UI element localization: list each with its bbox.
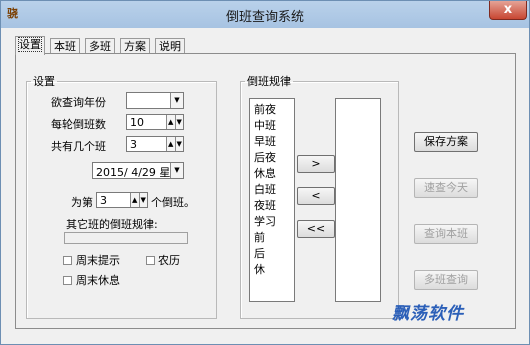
rule-list[interactable]: 前夜 中班 早班 后夜 休息 白班 夜班 学习 前 后 休 xyxy=(249,98,295,302)
list-item[interactable]: 中班 xyxy=(254,117,276,133)
client-area: 设置 本班 多班 方案 说明 设置 欲查询年份 ▼ 每轮倒班数 10 ▲ ▼ 共有… xyxy=(7,28,523,340)
date-picker[interactable]: 2015/ 4/29 星期 ▼ xyxy=(92,162,184,179)
add-item-button[interactable]: > xyxy=(297,155,335,173)
save-plan-button[interactable]: 保存方案 xyxy=(414,132,478,152)
nth-suffix-label: 个倒班。 xyxy=(151,196,195,209)
spin-down-icon[interactable]: ▼ xyxy=(174,137,183,151)
list-item[interactable]: 前夜 xyxy=(254,101,276,117)
list-item[interactable]: 后 xyxy=(254,245,265,261)
weekend-rest-label: 周末休息 xyxy=(76,274,120,287)
main-window: 骁 倒班查询系统 x 设置 本班 多班 方案 说明 设置 欲查询年份 ▼ 每轮倒… xyxy=(0,0,530,345)
weekend-reminder-checkbox[interactable] xyxy=(63,256,72,265)
nth-prefix-label: 为第 xyxy=(71,196,93,209)
clear-items-button[interactable]: << xyxy=(297,220,335,238)
tab-own-shift[interactable]: 本班 xyxy=(50,38,80,54)
spin-down-icon[interactable]: ▼ xyxy=(138,193,147,207)
list-item[interactable]: 夜班 xyxy=(254,197,276,213)
nth-shift-stepper[interactable]: 3 ▲ ▼ xyxy=(96,192,148,208)
tab-plan[interactable]: 方案 xyxy=(120,38,150,54)
list-item[interactable]: 后夜 xyxy=(254,149,276,165)
spin-up-icon[interactable]: ▲ xyxy=(166,137,175,151)
selected-rule-list[interactable] xyxy=(335,98,381,302)
lunar-label: 农历 xyxy=(158,254,180,267)
lunar-checkbox[interactable] xyxy=(146,256,155,265)
shift-count-stepper[interactable]: 3 ▲ ▼ xyxy=(126,136,184,152)
title-bar: 骁 倒班查询系统 x xyxy=(1,1,529,28)
per-round-stepper[interactable]: 10 ▲ ▼ xyxy=(126,114,184,130)
spin-down-icon[interactable]: ▼ xyxy=(174,115,183,129)
rule-legend: 倒班规律 xyxy=(247,75,291,88)
other-rule-label: 其它班的倒班规律: xyxy=(66,218,158,231)
query-year-label: 欲查询年份 xyxy=(51,96,106,109)
list-item[interactable]: 白班 xyxy=(254,181,276,197)
list-item[interactable]: 休息 xyxy=(254,165,276,181)
window-title: 倒班查询系统 xyxy=(225,10,304,25)
weekend-reminder-label: 周末提示 xyxy=(76,254,120,267)
chevron-down-icon[interactable]: ▼ xyxy=(170,93,183,108)
weekend-rest-checkbox[interactable] xyxy=(63,276,72,285)
list-item[interactable]: 前 xyxy=(254,229,265,245)
list-item[interactable]: 早班 xyxy=(254,133,276,149)
watermark-logo: 飘荡软件 xyxy=(392,304,464,324)
per-round-label: 每轮倒班数 xyxy=(51,118,106,131)
shift-count-label: 共有几个班 xyxy=(51,140,106,153)
other-rule-field[interactable] xyxy=(64,232,188,244)
close-button[interactable]: x xyxy=(489,1,527,20)
remove-item-button[interactable]: < xyxy=(297,187,335,205)
query-multi-button[interactable]: 多班查询 xyxy=(414,270,478,290)
tab-help[interactable]: 说明 xyxy=(155,38,185,54)
spin-up-icon[interactable]: ▲ xyxy=(166,115,175,129)
speed-today-button[interactable]: 速查今天 xyxy=(414,178,478,198)
tab-panel: 设置 欲查询年份 ▼ 每轮倒班数 10 ▲ ▼ 共有几个班 3 ▲ ▼ 2015/ … xyxy=(15,53,516,329)
spin-up-icon[interactable]: ▲ xyxy=(130,193,139,207)
list-item[interactable]: 休 xyxy=(254,261,265,277)
settings-legend: 设置 xyxy=(33,75,55,88)
query-year-select[interactable]: ▼ xyxy=(126,92,184,109)
query-own-button[interactable]: 查询本班 xyxy=(414,224,478,244)
tab-multi-shift[interactable]: 多班 xyxy=(85,38,115,54)
list-item[interactable]: 学习 xyxy=(254,213,276,229)
chevron-down-icon[interactable]: ▼ xyxy=(170,163,183,178)
tab-settings[interactable]: 设置 xyxy=(15,36,45,55)
